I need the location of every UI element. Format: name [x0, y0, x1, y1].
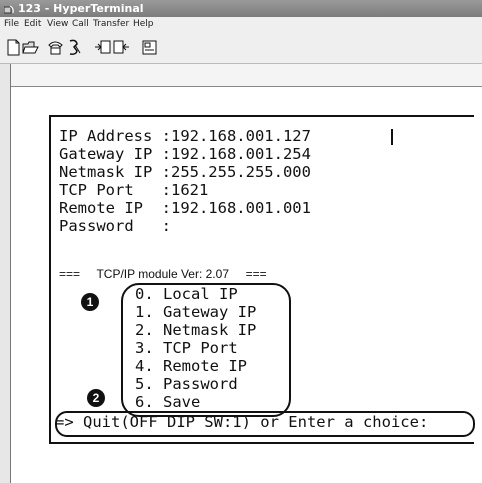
- window-title: 123 - HyperTerminal: [18, 2, 144, 15]
- menu-help[interactable]: Help: [133, 19, 154, 29]
- setting-netmask-ip: Netmask IP :255.255.255.000: [59, 163, 311, 181]
- option-password: 5. Password: [135, 375, 238, 393]
- text-cursor: [391, 129, 393, 145]
- choice-prompt: => Quit(OFF DIP SW:1) or Enter a choice:: [55, 413, 429, 431]
- properties-icon[interactable]: [141, 39, 158, 56]
- menu-transfer[interactable]: Transfer: [93, 19, 129, 29]
- option-gateway-ip: 1. Gateway IP: [135, 303, 257, 321]
- hyperterminal-app-icon: [3, 3, 15, 14]
- callout-number-1: 1: [81, 293, 99, 311]
- send-file-icon[interactable]: [94, 39, 111, 56]
- menu-file[interactable]: File: [4, 19, 19, 29]
- setting-ip-address: IP Address :192.168.001.127: [59, 127, 311, 145]
- option-local-ip: 0. Local IP: [135, 285, 238, 303]
- menu-bar: File Edit View Call Transfer Help: [0, 17, 482, 33]
- disconnect-icon[interactable]: [66, 39, 83, 56]
- option-netmask-ip: 2. Netmask IP: [135, 321, 257, 339]
- open-folder-icon[interactable]: [22, 39, 39, 56]
- receive-file-icon[interactable]: [113, 39, 130, 56]
- setting-password: Password :: [59, 217, 171, 235]
- terminal-top-strip: [11, 64, 482, 87]
- setting-remote-ip: Remote IP :192.168.001.001: [59, 199, 311, 217]
- connect-phone-icon[interactable]: [47, 39, 64, 56]
- title-bar: 123 - HyperTerminal: [0, 0, 482, 17]
- option-tcp-port: 3. TCP Port: [135, 339, 238, 357]
- window-frame-left: [0, 64, 11, 483]
- toolbar: [0, 33, 482, 64]
- module-version-line: === TCP/IP module Ver: 2.07 ===: [59, 267, 267, 281]
- new-document-icon[interactable]: [5, 39, 22, 56]
- setting-tcp-port: TCP Port :1621: [59, 181, 209, 199]
- menu-view[interactable]: View: [47, 19, 68, 29]
- menu-edit[interactable]: Edit: [24, 19, 41, 29]
- setting-gateway-ip: Gateway IP :192.168.001.254: [59, 145, 311, 163]
- terminal-screen[interactable]: IP Address :192.168.001.127 Gateway IP :…: [49, 115, 475, 444]
- option-save: 6. Save: [135, 393, 201, 411]
- menu-call[interactable]: Call: [72, 19, 89, 29]
- option-remote-ip: 4. Remote IP: [135, 357, 247, 375]
- callout-number-2: 2: [87, 389, 105, 407]
